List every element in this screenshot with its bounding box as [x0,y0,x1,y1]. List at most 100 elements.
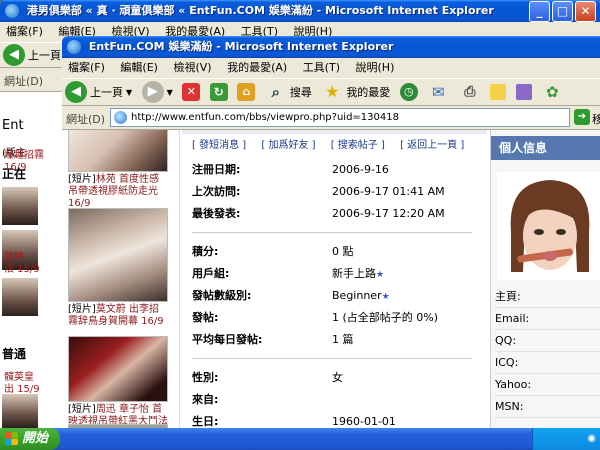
edit-button[interactable] [487,79,509,105]
back-arrow-icon: ◀ [65,81,87,103]
messenger-button[interactable]: ✿ [538,79,566,105]
back-window-back-button[interactable]: ◀ 上一頁 [0,43,64,67]
news-caption[interactable]: [短片]林苑 首度性感吊帶透視膠紙防走光 16/9 [68,174,168,210]
send-message-link[interactable]: [ 發短消息 ] [192,140,246,151]
msn-field: MSN: [495,396,600,418]
stop-icon: ✕ [182,83,201,101]
profile-row-last-post: 最後發表: 2006-9-17 12:20 AM [192,207,445,220]
history-button[interactable]: ◷ [397,79,421,105]
icq-field: ICQ: [495,352,600,374]
search-posts-link[interactable]: [ 搜索帖子 ] [331,140,385,151]
home-icon: ⌂ [237,83,256,101]
news-item[interactable]: [短片]周迅 章子怡 首映透視吊帶紅黑大鬥法 15/9 [68,336,168,436]
address-label: 網址(D) [66,113,106,126]
back-window-title: 港男俱樂部 « 真 · 頑童俱樂部 « EntFun.COM 娛樂滿紛 - Mi… [26,4,494,17]
print-icon: ⎙ [464,84,476,100]
menu-file[interactable]: 檔案(F) [62,61,111,74]
news-thumbnail[interactable] [68,336,168,402]
front-browser-window: EntFun.COM 娛樂滿紛 - Microsoft Internet Exp… [62,36,600,436]
profile-row-register-date: 注冊日期: 2006-9-16 [192,163,389,176]
back-arrow-icon: ◀ [3,44,25,66]
homepage-field: 主頁: [495,286,600,308]
address-input[interactable]: http://www.entfun.com/bbs/viewpro.php?ui… [110,108,570,127]
avatar-image [497,172,600,280]
forward-button[interactable]: ▶ ▼ [139,79,176,105]
refresh-icon: ↻ [209,83,228,101]
side-text: 16/9 [4,162,27,173]
front-window-title: EntFun.COM 娛樂滿紛 - Microsoft Internet Exp… [88,40,394,53]
side-thumbnail[interactable] [2,278,38,316]
profile-row-daily-posts: 平均每日發帖: 1 篇 [192,333,354,346]
add-friend-link[interactable]: [ 加爲好友 ] [261,140,315,151]
start-button[interactable]: 開始 [0,428,60,450]
avatar [497,172,600,280]
refresh-button[interactable]: ↻ [207,79,231,105]
back-label: 上一頁 [90,86,123,99]
rank-star-icon: ★ [376,270,385,280]
menu-view[interactable]: 檢視(V) [167,61,217,74]
menu-tools[interactable]: 工具(T) [297,61,346,74]
side-thumbnail[interactable] [2,187,38,225]
forward-arrow-icon: ▶ [141,81,164,103]
header-strip [182,130,487,134]
search-button[interactable]: ⌕ 搜尋 [262,79,315,105]
profile-row-user-group: 用戶組: 新手上路★ [192,267,385,280]
menu-favorites[interactable]: 我的最愛(A) [221,61,293,74]
stop-button[interactable]: ✕ [179,79,203,105]
home-button[interactable]: ⌂ [234,79,258,105]
go-label[interactable]: 移 [592,111,600,127]
menu-help[interactable]: 說明(H) [350,61,401,74]
side-text: 普通 [2,347,27,361]
ie-icon [5,4,19,18]
search-label: 搜尋 [289,86,312,99]
profile-row-location: 來自: [192,393,219,406]
front-window-titlebar[interactable]: EntFun.COM 娛樂滿紛 - Microsoft Internet Exp… [62,36,600,58]
address-label: 網址(D) [4,75,44,88]
edit-icon [490,84,507,100]
front-menubar: 檔案(F) 編輯(E) 檢視(V) 我的最愛(A) 工具(T) 說明(H) [62,58,600,78]
chevron-down-icon[interactable]: ▼ [126,88,132,97]
side-text: 爆趣招霧 [4,150,44,161]
front-address-bar: 網址(D) http://www.entfun.com/bbs/viewpro.… [62,106,600,130]
news-caption[interactable]: [短片]莫文蔚 出李招霧辞鳥身賀開幕 16/9 [68,304,168,328]
tray-icon[interactable]: ◉ [587,433,596,444]
divider [192,358,472,359]
side-text: 法 15/9 [4,264,40,275]
profile-row-post-level: 發帖數級別: Beginner★ [192,289,390,302]
news-thumbnail[interactable] [68,130,168,172]
history-icon: ◷ [399,83,418,101]
side-thumbnail[interactable] [2,394,38,428]
mail-button[interactable]: ✉ [424,79,452,105]
minimize-button[interactable]: _ [529,1,550,22]
news-item[interactable]: [短片]林苑 首度性感吊帶透視膠紙防走光 16/9 [68,130,168,210]
maximize-button[interactable]: □ [552,1,573,22]
favorites-button[interactable]: ★ 我的最愛 [318,79,393,105]
menu-file[interactable]: 檔案(F) [0,25,49,38]
back-window-content: Ent (版主 正在 爆趣招霧 16/9 首映 法 15/9 普通 髖英皇 出 … [0,92,62,428]
print-button[interactable]: ⎙ [456,79,484,105]
profile-row-posts: 發帖: 1 (占全部帖子的 0%) [192,311,439,324]
front-toolbar: ◀ 上一頁 ▼ ▶ ▼ ✕ ↻ ⌂ ⌕ 搜尋 ★ 我的最愛 ◷ ✉ ⎙ ✿ [62,78,600,106]
system-tray: ◉ [532,428,600,450]
back-window-titlebar[interactable]: 港男俱樂部 « 真 · 頑童俱樂部 « EntFun.COM 娛樂滿紛 - Mi… [0,0,600,22]
profile-action-links: [ 發短消息 ] [ 加爲好友 ] [ 搜索帖子 ] [ 返回上一頁 ] [192,136,476,151]
news-item[interactable]: [短片]莫文蔚 出李招霧辞鳥身賀開幕 16/9 [68,208,168,328]
chevron-down-icon[interactable]: ▼ [167,88,173,97]
go-back-link[interactable]: [ 返回上一頁 ] [400,140,464,151]
discuss-button[interactable] [513,79,535,105]
page-content: [短片]林苑 首度性感吊帶透視膠紙防走光 16/9 [短片]莫文蔚 出李招霧辞鳥… [62,130,600,436]
mail-icon: ✉ [432,83,445,101]
ie-icon [67,40,81,54]
side-text: 首映 [4,252,24,263]
personal-info-panel: 個人信息 主頁: Email: QQ: ICQ: Yahoo: MSN: [490,130,600,436]
star-icon: ★ [325,82,340,101]
yahoo-field: Yahoo: [495,374,600,396]
news-thumbnail[interactable] [68,208,168,302]
go-arrow-icon[interactable]: ➔ [574,109,590,125]
close-button[interactable]: ✕ [575,1,596,22]
menu-edit[interactable]: 編輯(E) [114,61,164,74]
profile-details: [ 發短消息 ] [ 加爲好友 ] [ 搜索帖子 ] [ 返回上一頁 ] 注冊日… [182,130,487,436]
back-button[interactable]: ◀ 上一頁 ▼ [62,79,135,105]
qq-field: QQ: [495,330,600,352]
rank-star-icon: ★ [381,292,390,302]
